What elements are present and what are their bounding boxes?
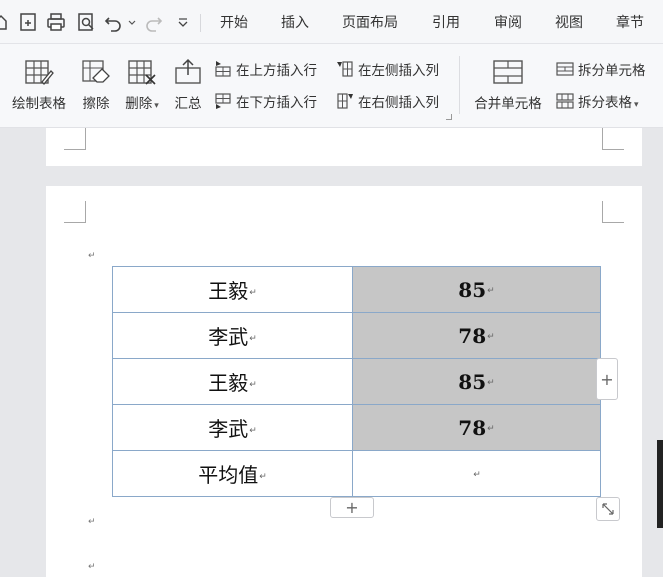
- eraser-label: 擦除: [82, 96, 110, 112]
- merge-cells-label: 合并单元格: [474, 96, 542, 112]
- delete-button[interactable]: 删除 ▾: [120, 56, 164, 112]
- score-table[interactable]: 王毅↵ 85↵ 李武↵ 78↵ 王毅↵ 85↵ 李武↵ 78↵ 平均值↵ ↵: [112, 266, 601, 497]
- tab-insert[interactable]: 插入: [281, 12, 309, 32]
- insert-col-right-icon: [336, 92, 354, 110]
- delete-label: 删除 ▾: [125, 96, 159, 112]
- draw-table-icon: [8, 56, 70, 86]
- tab-chapter[interactable]: 章节: [616, 12, 644, 32]
- table-row: 平均值↵ ↵: [112, 450, 601, 497]
- insert-col-left-label: 在左侧插入列: [358, 63, 439, 79]
- average-value-cell[interactable]: ↵: [352, 450, 601, 497]
- eraser-icon: [78, 56, 114, 86]
- add-row-button[interactable]: +: [330, 497, 374, 518]
- crop-mark: [64, 128, 86, 150]
- split-cells-icon: [556, 60, 574, 78]
- paragraph-mark: ↵: [88, 562, 96, 572]
- redo-icon[interactable]: [142, 10, 166, 34]
- draw-table-label: 绘制表格: [12, 96, 66, 112]
- tab-references[interactable]: 引用: [432, 12, 460, 32]
- crop-mark: [602, 128, 624, 150]
- insert-row-above-label: 在上方插入行: [236, 63, 317, 79]
- resize-icon: [602, 503, 614, 515]
- score-cell[interactable]: 78↵: [352, 404, 601, 451]
- insert-row-below-label: 在下方插入行: [236, 95, 317, 111]
- summary-label: 汇总: [174, 96, 202, 112]
- add-column-button[interactable]: +: [596, 358, 618, 400]
- draw-table-button[interactable]: 绘制表格: [8, 56, 70, 112]
- tab-start[interactable]: 开始: [220, 12, 248, 32]
- score-cell[interactable]: 78↵: [352, 312, 601, 359]
- table-tools-ribbon: 绘制表格 擦除 删除 ▾ 汇总 在上方插入行 在下方插入行 在左侧插入列 在右侧插…: [0, 44, 663, 128]
- summary-button[interactable]: 汇总: [170, 56, 206, 112]
- undo-icon[interactable]: [102, 10, 138, 34]
- chevron-down-icon: ▾: [634, 100, 639, 110]
- merge-cells-button[interactable]: 合并单元格: [468, 56, 548, 112]
- split-table-label: 拆分表格 ▾: [578, 95, 639, 111]
- menu-tab-bar: 开始 插入 页面布局 引用 审阅 视图 章节: [0, 0, 663, 44]
- table-row: 王毅↵ 85↵: [112, 266, 601, 313]
- insert-col-right-label: 在右侧插入列: [358, 95, 439, 111]
- split-table-button[interactable]: 拆分表格 ▾: [556, 90, 639, 112]
- insert-row-above-icon: [214, 60, 232, 78]
- print-preview-icon[interactable]: [74, 10, 98, 34]
- table-row: 李武↵ 78↵: [112, 312, 601, 359]
- table-row: 李武↵ 78↵: [112, 404, 601, 451]
- paragraph-mark: ↵: [88, 517, 96, 527]
- home-icon[interactable]: [0, 10, 8, 34]
- scrollbar[interactable]: [657, 440, 663, 528]
- average-label-cell[interactable]: 平均值↵: [112, 450, 353, 497]
- insert-col-left-button[interactable]: 在左侧插入列: [336, 58, 439, 80]
- ribbon-separator: [459, 56, 460, 114]
- previous-page: [46, 128, 642, 166]
- crop-mark: [602, 201, 624, 223]
- score-cell[interactable]: 85↵: [352, 358, 601, 405]
- delete-table-icon: [120, 56, 164, 86]
- tab-separator: [200, 14, 201, 32]
- insert-row-below-icon: [214, 92, 232, 110]
- insert-col-right-button[interactable]: 在右侧插入列: [336, 90, 439, 112]
- name-cell[interactable]: 李武↵: [112, 404, 353, 451]
- name-cell[interactable]: 王毅↵: [112, 266, 353, 313]
- paragraph-mark: ↵: [88, 251, 96, 261]
- insert-row-below-button[interactable]: 在下方插入行: [214, 90, 317, 112]
- tab-review[interactable]: 审阅: [494, 12, 522, 32]
- chevron-down-icon: ▾: [154, 101, 159, 111]
- table-row: 王毅↵ 85↵: [112, 358, 601, 405]
- crop-mark: [64, 201, 86, 223]
- eraser-button[interactable]: 擦除: [78, 56, 114, 112]
- save-icon[interactable]: [16, 10, 40, 34]
- score-cell[interactable]: 85↵: [352, 266, 601, 313]
- insert-row-above-button[interactable]: 在上方插入行: [214, 58, 317, 80]
- merge-cells-icon: [468, 56, 548, 86]
- split-cells-label: 拆分单元格: [578, 63, 646, 79]
- summary-icon: [170, 56, 206, 86]
- customize-toolbar-icon[interactable]: [174, 10, 192, 34]
- tab-page-layout[interactable]: 页面布局: [342, 12, 398, 32]
- table-resize-handle[interactable]: [596, 497, 620, 521]
- dialog-launcher-icon[interactable]: [446, 114, 452, 120]
- print-icon[interactable]: [44, 10, 68, 34]
- split-table-icon: [556, 92, 574, 110]
- name-cell[interactable]: 王毅↵: [112, 358, 353, 405]
- split-cells-button[interactable]: 拆分单元格: [556, 58, 646, 80]
- name-cell[interactable]: 李武↵: [112, 312, 353, 359]
- tab-view[interactable]: 视图: [555, 12, 583, 32]
- insert-col-left-icon: [336, 60, 354, 78]
